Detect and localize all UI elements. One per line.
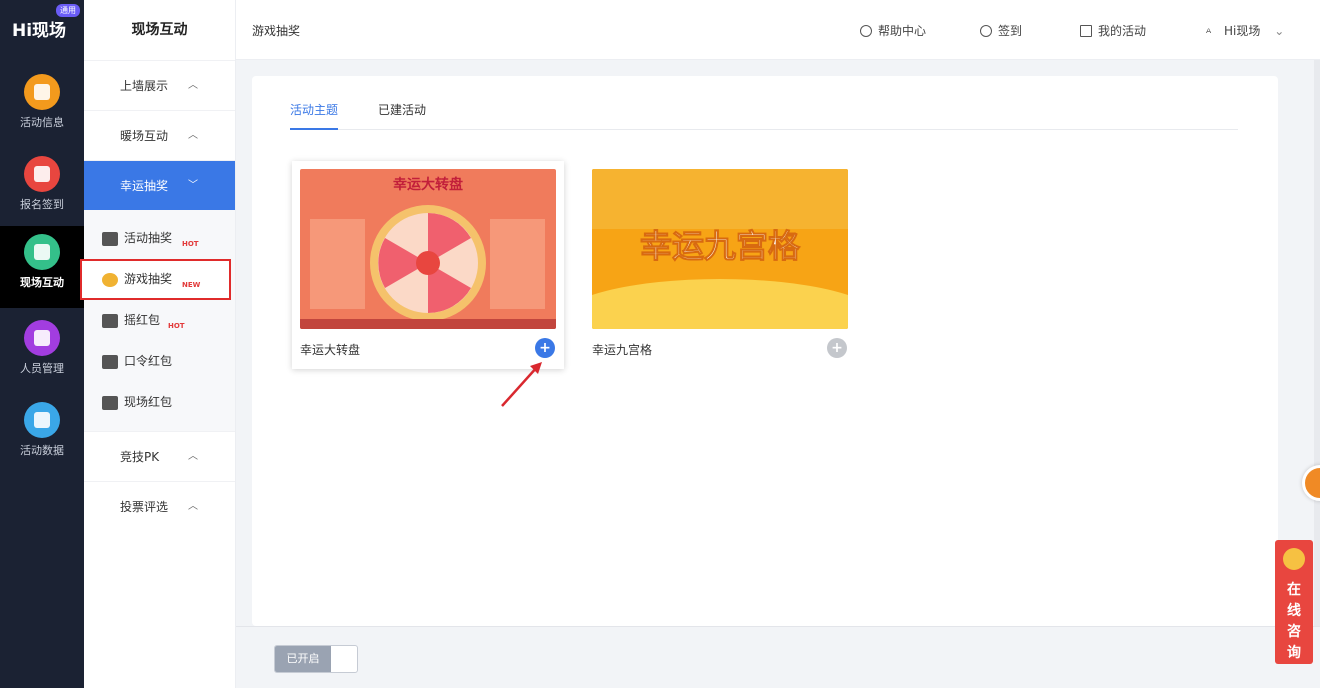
signin-link[interactable]: 签到 — [980, 22, 1022, 39]
tab-activity-theme[interactable]: 活动主题 — [290, 102, 339, 130]
lucky-draw-items: 活动抽奖 HOT 游戏抽奖 NEW 摇红包 HOT 口令红包 现场红包 — [80, 210, 235, 431]
bar-chart-icon — [24, 402, 60, 438]
consult-label: 在线咨询 — [1287, 582, 1301, 661]
sun-icon — [102, 272, 118, 287]
menu-item-password-redpacket[interactable]: 口令红包 — [84, 341, 235, 382]
menu-group-warmup[interactable]: 暖场互动 ︿ — [84, 110, 235, 160]
online-consult-button[interactable]: 在线咨询 — [1275, 540, 1313, 664]
grid-thumbnail: 幸运九宫格 — [592, 169, 848, 329]
menu-item-shake-redpacket[interactable]: 摇红包 HOT — [84, 300, 235, 341]
menu-item-label: 现场红包 — [124, 395, 173, 409]
primary-sidebar: Hi现场 通用 活动信息 报名签到 现场互动 人员管理 活动数据 — [0, 0, 84, 688]
floating-service-button[interactable] — [1302, 465, 1320, 501]
chevron-up-icon: ︿ — [188, 501, 198, 512]
calendar-check-icon — [24, 156, 60, 192]
gift-icon — [102, 231, 118, 246]
menu-group-vote[interactable]: 投票评选 ︿ — [84, 481, 235, 531]
secondary-sidebar: 现场互动 上墙展示 ︿ 暖场互动 ︿ 幸运抽奖 ﹀ 活动抽奖 HOT 游戏抽奖 … — [80, 0, 236, 688]
breadcrumb: 游戏抽奖 — [252, 24, 301, 38]
rail-label: 报名签到 — [20, 198, 64, 211]
rail-item-activity-info[interactable]: 活动信息 — [0, 66, 84, 148]
bottom-bar: 已开启 — [236, 626, 1320, 688]
card-name: 幸运大转盘 — [300, 343, 361, 357]
menu-group-label: 幸运抽奖 — [120, 179, 169, 193]
help-center-link[interactable]: 帮助中心 — [860, 22, 926, 39]
logo[interactable]: Hi现场 — [12, 16, 66, 41]
user-icon: ᴬ — [1206, 26, 1212, 40]
rail-item-data[interactable]: 活动数据 — [0, 394, 84, 476]
my-activity-label: 我的活动 — [1098, 24, 1147, 38]
top-bar: 游戏抽奖 帮助中心 签到 我的活动 ᴬ Hi现场 ⌄ — [236, 0, 1320, 60]
wheel-thumbnail: 幸运大转盘 — [300, 169, 556, 329]
tab-created-activities[interactable]: 已建活动 — [378, 102, 426, 130]
redpacket-icon — [102, 313, 118, 328]
rail-item-live-interaction[interactable]: 现场互动 — [0, 226, 84, 308]
menu-group-label: 暖场互动 — [120, 129, 169, 143]
redpacket-icon — [102, 354, 118, 369]
user-card-icon — [24, 320, 60, 356]
chevron-down-icon: ⌄ — [1274, 24, 1285, 38]
user-menu[interactable]: ᴬ Hi现场 ⌄ — [1206, 22, 1285, 40]
my-activity-link[interactable]: 我的活动 — [1080, 22, 1146, 39]
menu-group-label: 投票评选 — [120, 500, 169, 514]
app-root: Hi现场 通用 活动信息 报名签到 现场互动 人员管理 活动数据 现场互动 上墙… — [0, 0, 1320, 688]
add-theme-button[interactable]: + — [827, 338, 847, 358]
theme-card-grid[interactable]: 幸运九宫格 幸运九宫格 + — [584, 161, 856, 369]
location-pin-icon — [980, 25, 992, 37]
menu-item-live-redpacket[interactable]: 现场红包 — [84, 382, 235, 423]
chevron-down-icon: ﹀ — [188, 180, 198, 191]
rail-label: 活动数据 — [20, 444, 64, 457]
chevron-up-icon: ︿ — [188, 130, 198, 141]
tab-bar: 活动主题 已建活动 — [290, 102, 1238, 130]
support-avatar-icon — [1283, 548, 1305, 570]
card-name: 幸运九宫格 — [592, 343, 653, 357]
user-name: Hi现场 — [1224, 24, 1261, 38]
menu-group-pk[interactable]: 竞技PK ︿ — [84, 431, 235, 481]
theme-card-wheel[interactable]: 幸运大转盘 幸运大转盘 + — [292, 161, 564, 369]
rail-label: 活动信息 — [20, 116, 64, 129]
menu-group-wall[interactable]: 上墙展示 ︿ — [84, 60, 235, 110]
page-scrollbar[interactable] — [1314, 60, 1320, 688]
add-theme-button[interactable]: + — [535, 338, 555, 358]
info-icon — [860, 25, 872, 37]
thumbnail-title: 幸运大转盘 — [393, 176, 463, 193]
chevron-up-icon: ︿ — [188, 80, 198, 91]
rail-label: 人员管理 — [20, 362, 64, 375]
menu-item-label: 口令红包 — [124, 354, 173, 368]
document-icon — [24, 74, 60, 110]
main-panel: 活动主题 已建活动 幸运大转盘 幸运大转盘 + 幸运九宫格 幸运九宫格 + — [252, 76, 1278, 626]
menu-item-label: 活动抽奖 — [124, 231, 173, 245]
signin-label: 签到 — [998, 24, 1023, 38]
menu-item-activity-draw[interactable]: 活动抽奖 HOT — [84, 218, 235, 259]
menu-group-lucky-draw[interactable]: 幸运抽奖 ﹀ — [84, 160, 235, 210]
rail-label: 现场互动 — [20, 276, 64, 289]
menu-group-label: 上墙展示 — [120, 79, 169, 93]
annotation-arrow — [501, 362, 542, 407]
menu-item-game-draw[interactable]: 游戏抽奖 NEW — [80, 259, 231, 300]
enable-toggle[interactable]: 已开启 — [274, 645, 358, 673]
rail-item-people[interactable]: 人员管理 — [0, 312, 84, 394]
version-badge: 通用 — [56, 4, 80, 17]
thumbnail-title: 幸运九宫格 — [640, 227, 801, 265]
menu-group-label: 竞技PK — [120, 450, 160, 464]
interaction-icon — [24, 234, 60, 270]
menu-item-label: 游戏抽奖 — [124, 272, 173, 286]
menu-item-label: 摇红包 — [124, 313, 161, 327]
toggle-label: 已开启 — [275, 646, 331, 672]
list-icon — [1080, 25, 1092, 37]
chevron-up-icon: ︿ — [188, 451, 198, 462]
rail-item-signup[interactable]: 报名签到 — [0, 148, 84, 230]
submenu-title: 现场互动 — [131, 22, 188, 38]
redpacket-icon — [102, 395, 118, 410]
help-label: 帮助中心 — [878, 24, 927, 38]
